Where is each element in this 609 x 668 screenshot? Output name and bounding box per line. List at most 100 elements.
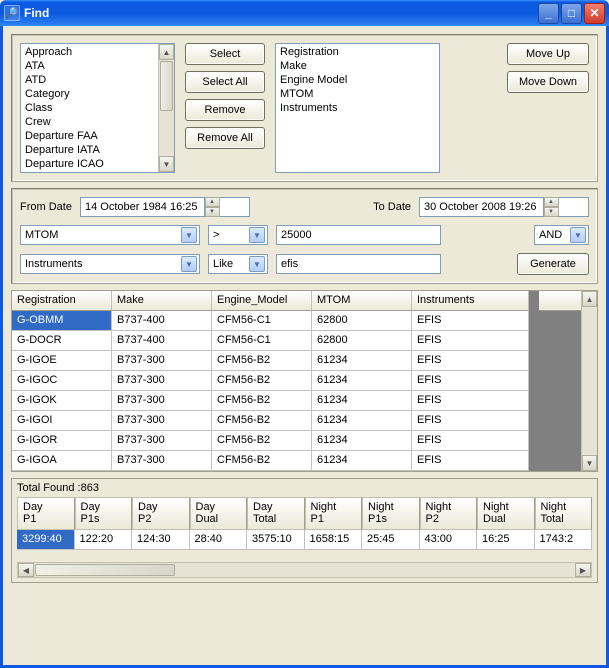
table-cell: EFIS	[412, 431, 529, 451]
filter2-op-combo[interactable]: Like ▼	[208, 254, 268, 274]
results-grid[interactable]: Registration Make Engine_Model MTOM Inst…	[12, 291, 539, 471]
list-item[interactable]: Registration	[278, 45, 437, 59]
list-item[interactable]: Make	[278, 59, 437, 73]
scroll-thumb[interactable]	[35, 564, 175, 576]
generate-button[interactable]: Generate	[517, 253, 589, 275]
table-cell: B737-400	[112, 331, 212, 351]
filter1-op-combo[interactable]: > ▼	[208, 225, 268, 245]
list-item[interactable]: ATD	[23, 73, 172, 87]
table-cell: B737-300	[112, 411, 212, 431]
table-cell: 61234	[312, 431, 412, 451]
column-header[interactable]: Registration	[12, 291, 112, 311]
combo-value: >	[213, 229, 219, 241]
close-button[interactable]: ✕	[584, 3, 605, 24]
chevron-down-icon: ▼	[181, 227, 197, 243]
column-header[interactable]: Make	[112, 291, 212, 311]
scroll-down-icon[interactable]: ▼	[159, 156, 174, 172]
table-cell: EFIS	[412, 311, 529, 331]
table-cell: G-IGOK	[12, 391, 112, 411]
scroll-down-icon[interactable]: ▼	[582, 455, 597, 471]
scrollbar[interactable]: ▲ ▼	[581, 291, 597, 471]
column-header[interactable]: Instruments	[412, 291, 529, 311]
move-down-button[interactable]: Move Down	[507, 71, 589, 93]
grid-gutter	[539, 291, 581, 471]
filter1-field-combo[interactable]: MTOM ▼	[20, 225, 200, 245]
summary-column-header: NightP1	[305, 497, 363, 530]
table-cell: 61234	[312, 411, 412, 431]
filter1-value-input[interactable]: 25000	[276, 225, 441, 245]
maximize-button[interactable]: □	[561, 3, 582, 24]
table-cell: EFIS	[412, 351, 529, 371]
table-cell: B737-300	[112, 371, 212, 391]
move-up-button[interactable]: Move Up	[507, 43, 589, 65]
to-date-label: To Date	[373, 201, 411, 213]
field-selection-panel: Approach ATA ATD Category Class Crew Dep…	[11, 34, 598, 182]
spinner[interactable]: ▲▼	[543, 197, 559, 217]
column-header[interactable]: Engine_Model	[212, 291, 312, 311]
scroll-right-icon[interactable]: ▶	[575, 563, 591, 577]
combo-value: MTOM	[25, 229, 58, 241]
column-header[interactable]: MTOM	[312, 291, 412, 311]
scroll-up-icon[interactable]: ▲	[159, 44, 174, 60]
minimize-button[interactable]: _	[538, 3, 559, 24]
available-fields-list[interactable]: Approach ATA ATD Category Class Crew Dep…	[20, 43, 175, 173]
table-cell: 61234	[312, 391, 412, 411]
window-title: Find	[24, 6, 538, 20]
list-item[interactable]: Departure IATA	[23, 143, 172, 157]
select-button[interactable]: Select	[185, 43, 265, 65]
table-row[interactable]: G-IGORB737-300CFM56-B261234EFIS	[12, 431, 539, 451]
input-value: 25000	[281, 229, 312, 241]
table-row[interactable]: G-IGOAB737-300CFM56-B261234EFIS	[12, 451, 539, 471]
summary-column-header: NightTotal	[535, 497, 593, 530]
table-row[interactable]: G-OBMMB737-400CFM56-C162800EFIS	[12, 311, 539, 331]
list-item[interactable]: Category	[23, 87, 172, 101]
from-date-value: 14 October 1984 16:25	[85, 201, 198, 213]
summary-cell: 28:40	[190, 530, 248, 550]
remove-all-button[interactable]: Remove All	[185, 127, 265, 149]
summary-column-header: DayP1	[17, 497, 75, 530]
list-item[interactable]: Departure FAA	[23, 129, 172, 143]
spinner[interactable]: ▲▼	[204, 197, 220, 217]
selected-fields-list[interactable]: Registration Make Engine Model MTOM Inst…	[275, 43, 440, 173]
summary-header: DayP1DayP1sDayP2DayDualDayTotalNightP1Ni…	[17, 497, 592, 530]
list-item[interactable]: Class	[23, 101, 172, 115]
filter2-value-input[interactable]: efis	[276, 254, 441, 274]
table-cell: EFIS	[412, 391, 529, 411]
table-cell: EFIS	[412, 331, 529, 351]
remove-button[interactable]: Remove	[185, 99, 265, 121]
filter2-field-combo[interactable]: Instruments ▼	[20, 254, 200, 274]
list-item[interactable]: Crew	[23, 115, 172, 129]
list-item[interactable]: ATA	[23, 59, 172, 73]
scrollbar[interactable]: ▲ ▼	[158, 44, 174, 172]
list-item[interactable]: Instruments	[278, 101, 437, 115]
list-item[interactable]: MTOM	[278, 87, 437, 101]
list-item[interactable]: Approach	[23, 45, 172, 59]
summary-column-header: NightDual	[477, 497, 535, 530]
summary-cell: 43:00	[420, 530, 478, 550]
combo-value: Instruments	[25, 258, 82, 270]
scroll-up-icon[interactable]: ▲	[582, 291, 597, 307]
horizontal-scrollbar[interactable]: ◀ ▶	[17, 562, 592, 578]
chevron-down-icon: ▼	[249, 227, 265, 243]
table-row[interactable]: G-DOCRB737-400CFM56-C162800EFIS	[12, 331, 539, 351]
list-item[interactable]: Departure ICAO	[23, 157, 172, 171]
table-cell: CFM56-B2	[212, 451, 312, 471]
list-item[interactable]: Engine Model	[278, 73, 437, 87]
filter1-conj-combo[interactable]: AND ▼	[534, 225, 589, 245]
table-row[interactable]: G-IGOCB737-300CFM56-B261234EFIS	[12, 371, 539, 391]
summary-cell: 122:20	[75, 530, 133, 550]
chevron-down-icon: ▼	[249, 256, 265, 272]
table-cell: G-IGOA	[12, 451, 112, 471]
table-cell: CFM56-B2	[212, 371, 312, 391]
table-row[interactable]: G-IGOEB737-300CFM56-B261234EFIS	[12, 351, 539, 371]
scroll-left-icon[interactable]: ◀	[18, 563, 34, 577]
to-date-input[interactable]: 30 October 2008 19:26 ▲▼	[419, 197, 589, 217]
summary-cell: 16:25	[477, 530, 535, 550]
select-all-button[interactable]: Select All	[185, 71, 265, 93]
from-date-input[interactable]: 14 October 1984 16:25 ▲▼	[80, 197, 250, 217]
table-cell: 62800	[312, 331, 412, 351]
to-date-value: 30 October 2008 19:26	[424, 201, 537, 213]
table-row[interactable]: G-IGOIB737-300CFM56-B261234EFIS	[12, 411, 539, 431]
scroll-thumb[interactable]	[160, 61, 173, 111]
table-row[interactable]: G-IGOKB737-300CFM56-B261234EFIS	[12, 391, 539, 411]
